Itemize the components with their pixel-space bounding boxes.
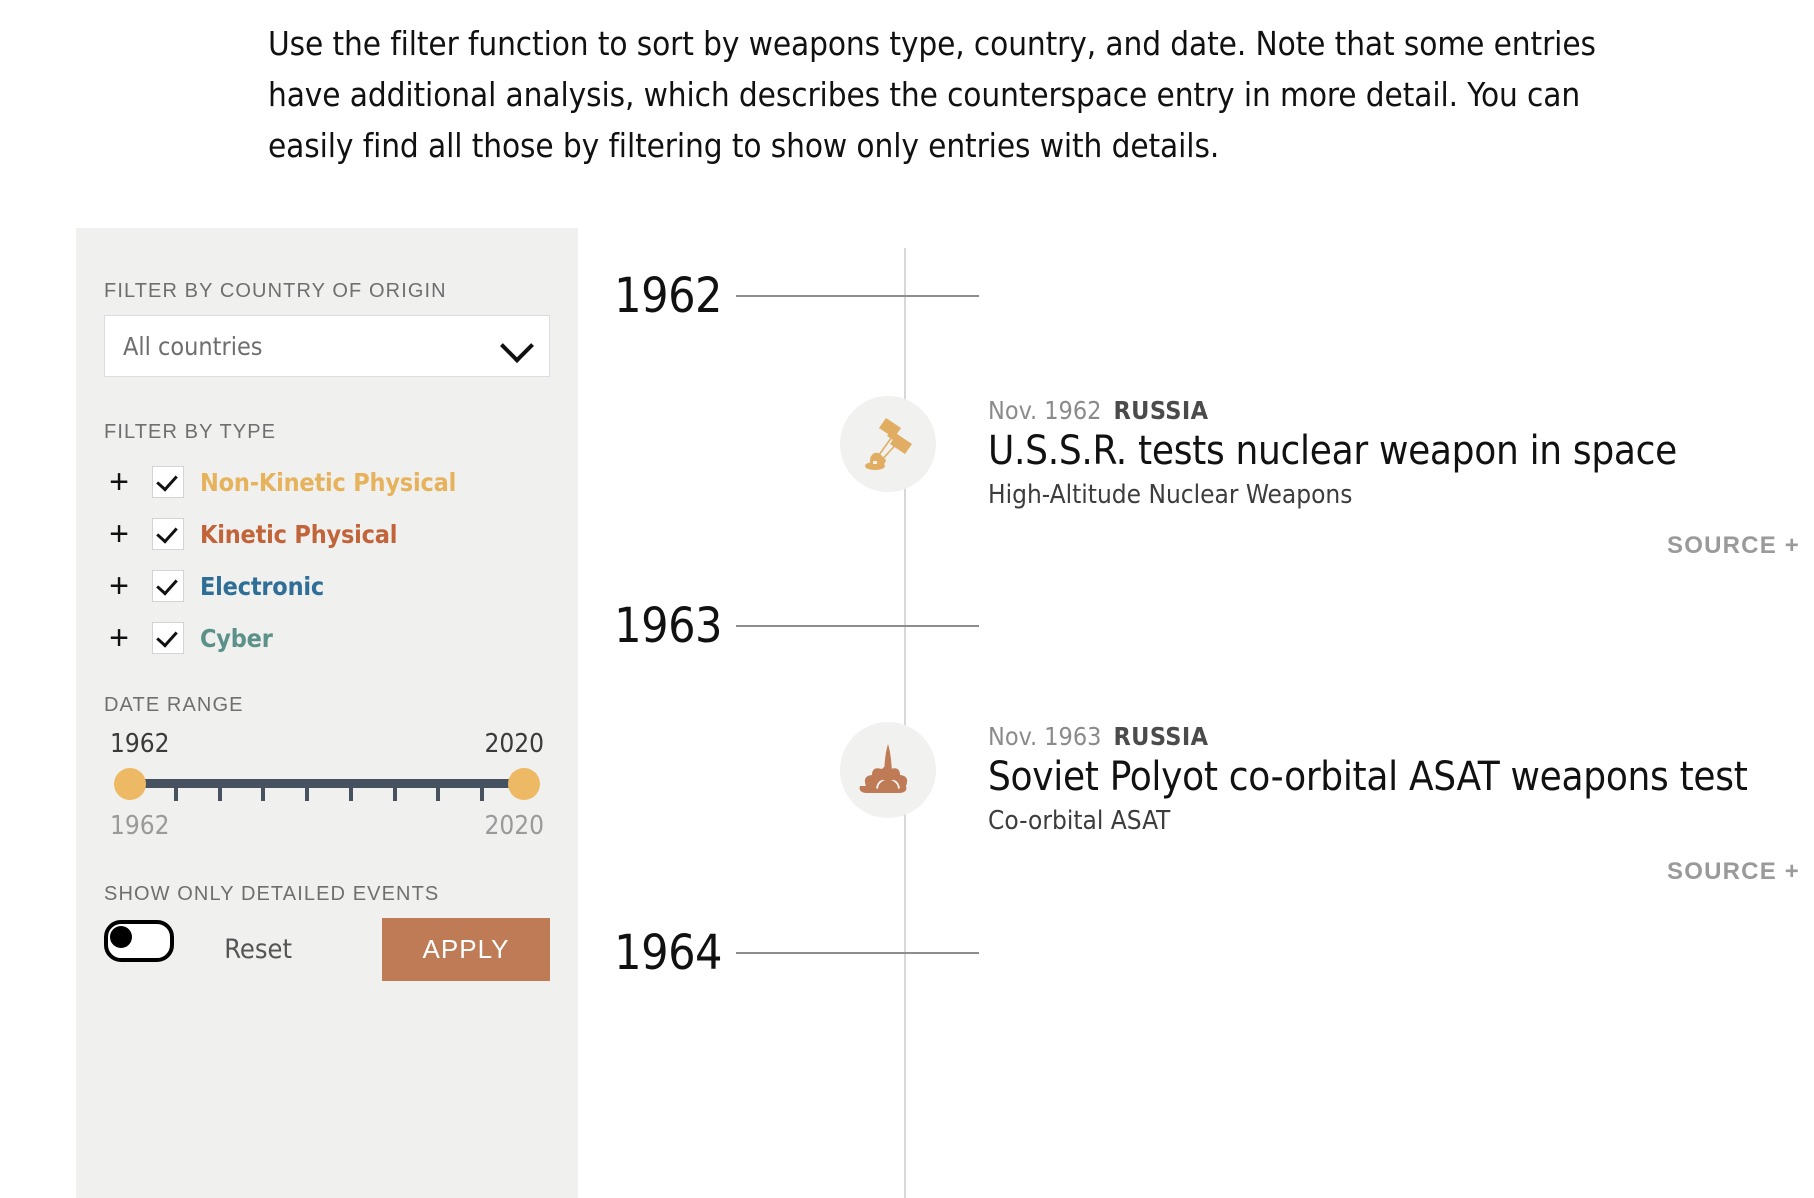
reset-button[interactable]: Reset (224, 934, 292, 965)
event-category: High-Altitude Nuclear Weapons (988, 479, 1353, 510)
slider-track[interactable] (130, 779, 524, 788)
date-range-selected: 1962 2020 (104, 729, 550, 759)
date-range-bounds: 1962 2020 (104, 811, 550, 841)
year-rule (736, 952, 979, 954)
slider-tick (217, 788, 222, 801)
type-filter-list: + Non-Kinetic Physical + Kinetic Physica… (104, 456, 550, 664)
type-filter-row-non-kinetic-physical: + Non-Kinetic Physical (104, 456, 550, 508)
slider-handle-max[interactable] (508, 768, 540, 800)
year-label: 1964 (614, 925, 722, 981)
year-marker-1964: 1964 (600, 925, 1410, 981)
event-meta: Nov. 1963 RUSSIA (988, 722, 1800, 751)
source-toggle[interactable]: SOURCE + (988, 858, 1800, 886)
type-filter-row-cyber: + Cyber (104, 612, 550, 664)
event-category: Co-orbital ASAT (988, 805, 1171, 836)
checkbox-electronic[interactable] (152, 570, 184, 602)
satellite-uplink-icon (840, 396, 936, 492)
date-range-selected-max: 2020 (484, 729, 544, 759)
type-label-non-kinetic-physical[interactable]: Non-Kinetic Physical (200, 468, 456, 497)
slider-tick (173, 788, 178, 801)
event-country: RUSSIA (1113, 396, 1209, 425)
checkbox-cyber[interactable] (152, 622, 184, 654)
slider-handle-min[interactable] (114, 768, 146, 800)
apply-button[interactable]: APPLY (382, 918, 550, 981)
country-select[interactable]: All countries (104, 315, 550, 377)
type-label-electronic[interactable]: Electronic (200, 572, 324, 601)
checkbox-non-kinetic-physical[interactable] (152, 466, 184, 498)
date-range-label: DATE RANGE (104, 694, 244, 716)
year-rule (736, 295, 979, 297)
type-filter-row-electronic: + Electronic (104, 560, 550, 612)
timeline: 1962 1963 1964 Nov. 1962 RUSSIA U.S.S.R.… (600, 0, 1814, 1198)
year-label: 1962 (614, 268, 722, 324)
country-select-value: All countries (123, 331, 263, 361)
event-body: Nov. 1962 RUSSIA U.S.S.R. tests nuclear w… (988, 396, 1800, 560)
type-filter-label: FILTER BY TYPE (104, 421, 277, 443)
expand-icon[interactable]: + (104, 569, 134, 603)
slider-tick (436, 788, 441, 801)
filter-panel: FILTER BY COUNTRY OF ORIGIN All countrie… (76, 228, 578, 1198)
source-toggle[interactable]: SOURCE + (988, 532, 1800, 560)
checkbox-kinetic-physical[interactable] (152, 518, 184, 550)
detailed-events-label: SHOW ONLY DETAILED EVENTS (104, 883, 440, 905)
slider-tick (348, 788, 353, 801)
event-date: Nov. 1962 (988, 396, 1102, 425)
date-range-bound-max: 2020 (484, 811, 544, 841)
date-range-bound-min: 1962 (110, 811, 170, 841)
expand-icon[interactable]: + (104, 465, 134, 499)
expand-icon[interactable]: + (104, 621, 134, 655)
slider-tick (480, 788, 485, 801)
expand-icon[interactable]: + (104, 517, 134, 551)
filter-actions: Reset APPLY (104, 918, 550, 981)
slider-tick (305, 788, 310, 801)
timeline-event[interactable]: Nov. 1962 RUSSIA U.S.S.R. tests nuclear w… (840, 396, 1800, 560)
slider-tick (261, 788, 266, 801)
country-filter-label: FILTER BY COUNTRY OF ORIGIN (104, 280, 447, 302)
event-title[interactable]: Soviet Polyot co-orbital ASAT weapons te… (988, 755, 1800, 800)
date-range-section: DATE RANGE 1962 2020 1962 2020 (104, 694, 550, 841)
event-meta: Nov. 1962 RUSSIA (988, 396, 1800, 425)
timeline-event[interactable]: Nov. 1963 RUSSIA Soviet Polyot co-orbital… (840, 722, 1800, 886)
event-title[interactable]: U.S.S.R. tests nuclear weapon in space (988, 429, 1800, 474)
slider-tick (392, 788, 397, 801)
rocket-launch-icon (840, 722, 936, 818)
year-rule (736, 625, 979, 627)
event-country: RUSSIA (1113, 722, 1209, 751)
year-marker-1962: 1962 (600, 268, 1410, 324)
type-label-kinetic-physical[interactable]: Kinetic Physical (200, 520, 397, 549)
year-marker-1963: 1963 (600, 598, 1410, 654)
chevron-down-icon (500, 329, 534, 363)
type-label-cyber[interactable]: Cyber (200, 624, 273, 653)
slider-ticks (130, 788, 524, 801)
event-body: Nov. 1963 RUSSIA Soviet Polyot co-orbital… (988, 722, 1800, 886)
date-range-slider[interactable] (104, 765, 550, 805)
date-range-selected-min: 1962 (110, 729, 170, 759)
event-date: Nov. 1963 (988, 722, 1102, 751)
type-filter-row-kinetic-physical: + Kinetic Physical (104, 508, 550, 560)
year-label: 1963 (614, 598, 722, 654)
